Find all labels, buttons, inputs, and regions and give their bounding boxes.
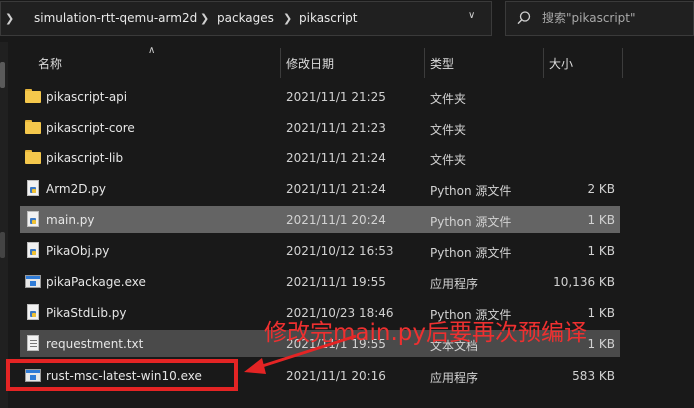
folder-icon: [25, 149, 41, 165]
search-input[interactable]: [542, 8, 687, 28]
file-row[interactable]: pikascript-core 2021/11/1 21:23 文件夹: [20, 114, 620, 141]
exe-icon: [25, 273, 41, 289]
file-date: 2021/11/1 21:23: [286, 121, 386, 135]
file-size: 1 KB: [587, 244, 615, 258]
file-name: pikascript-core: [46, 121, 135, 135]
file-date: 2021/11/1 21:25: [286, 90, 386, 104]
sort-ascending-icon: ∧: [148, 45, 156, 56]
column-divider[interactable]: [622, 48, 623, 78]
python-file-icon: [25, 180, 41, 196]
file-name: PikaObj.py: [46, 244, 110, 258]
chevron-right-icon[interactable]: ❯: [200, 12, 209, 25]
annotation-highlight-box: [6, 359, 238, 391]
file-row[interactable]: Arm2D.py 2021/11/1 21:24 Python 源文件 2 KB: [20, 175, 620, 202]
file-type: Python 源文件: [430, 184, 512, 198]
file-row[interactable]: PikaObj.py 2021/10/12 16:53 Python 源文件 1…: [20, 237, 620, 264]
address-bar[interactable]: ❯ simulation-rtt-qemu-arm2d ❯ packages ❯…: [0, 1, 492, 36]
column-divider[interactable]: [280, 48, 281, 78]
file-row-selected[interactable]: main.py 2021/11/1 20:24 Python 源文件 1 KB: [20, 206, 620, 233]
file-name: pikaPackage.exe: [46, 275, 146, 289]
text-file-icon: [25, 335, 41, 351]
file-size: 583 KB: [572, 369, 615, 383]
file-size: 10,136 KB: [553, 275, 615, 289]
search-box[interactable]: [505, 1, 694, 36]
file-name: requestment.txt: [46, 337, 144, 351]
column-header-date[interactable]: 修改日期: [286, 55, 334, 72]
column-header-name[interactable]: 名称: [38, 55, 62, 72]
file-type: 文件夹: [430, 123, 467, 137]
folder-icon: [25, 88, 41, 104]
file-type: Python 源文件: [430, 215, 512, 229]
file-name: pikascript-api: [46, 90, 128, 104]
file-date: 2021/11/1 20:24: [286, 213, 386, 227]
file-type: Python 源文件: [430, 246, 512, 260]
file-name: PikaStdLib.py: [46, 306, 127, 320]
file-type: 文件夹: [430, 92, 467, 106]
file-date: 2021/10/12 16:53: [286, 244, 394, 258]
file-size: 1 KB: [587, 213, 615, 227]
breadcrumb-packages[interactable]: packages: [217, 11, 274, 25]
nav-pane-edge: [0, 42, 8, 408]
file-type: 应用程序: [430, 371, 479, 385]
chevron-right-icon[interactable]: ❯: [5, 12, 14, 25]
annotation-arrow-icon: [244, 334, 357, 374]
file-name: Arm2D.py: [46, 182, 107, 196]
python-file-icon: [25, 242, 41, 258]
column-divider[interactable]: [543, 48, 544, 78]
address-bar-area: ❯ simulation-rtt-qemu-arm2d ❯ packages ❯…: [0, 0, 694, 42]
file-name: pikascript-lib: [46, 151, 124, 165]
file-size: 1 KB: [587, 337, 615, 351]
file-size: 1 KB: [587, 306, 615, 320]
breadcrumb-simulation-rtt-qemu-arm2d[interactable]: simulation-rtt-qemu-arm2d: [34, 11, 197, 25]
nav-scrollbar-thumb[interactable]: [0, 62, 5, 88]
file-row[interactable]: pikascript-api 2021/11/1 21:25 文件夹: [20, 83, 620, 110]
file-size: 2 KB: [587, 182, 615, 196]
breadcrumb-pikascript[interactable]: pikascript: [299, 11, 357, 25]
file-type: 文件夹: [430, 153, 467, 167]
file-date: 2021/11/1 21:24: [286, 182, 386, 196]
nav-scrollbar-thumb[interactable]: [0, 232, 5, 258]
column-header-size[interactable]: 大小: [549, 55, 573, 72]
python-file-icon: [25, 304, 41, 320]
file-row[interactable]: pikaPackage.exe 2021/11/1 19:55 应用程序 10,…: [20, 268, 620, 295]
column-divider[interactable]: [424, 48, 425, 78]
file-row[interactable]: pikascript-lib 2021/11/1 21:24 文件夹: [20, 144, 620, 171]
column-header-type[interactable]: 类型: [430, 55, 454, 72]
file-name: main.py: [46, 213, 95, 227]
file-date: 2021/11/1 19:55: [286, 275, 386, 289]
file-type: 应用程序: [430, 277, 479, 291]
chevron-right-icon[interactable]: ❯: [283, 12, 292, 25]
folder-icon: [25, 119, 41, 135]
python-file-icon: [25, 211, 41, 227]
address-dropdown-icon[interactable]: ∨: [468, 10, 475, 21]
search-icon: [517, 11, 531, 25]
file-date: 2021/11/1 21:24: [286, 151, 386, 165]
